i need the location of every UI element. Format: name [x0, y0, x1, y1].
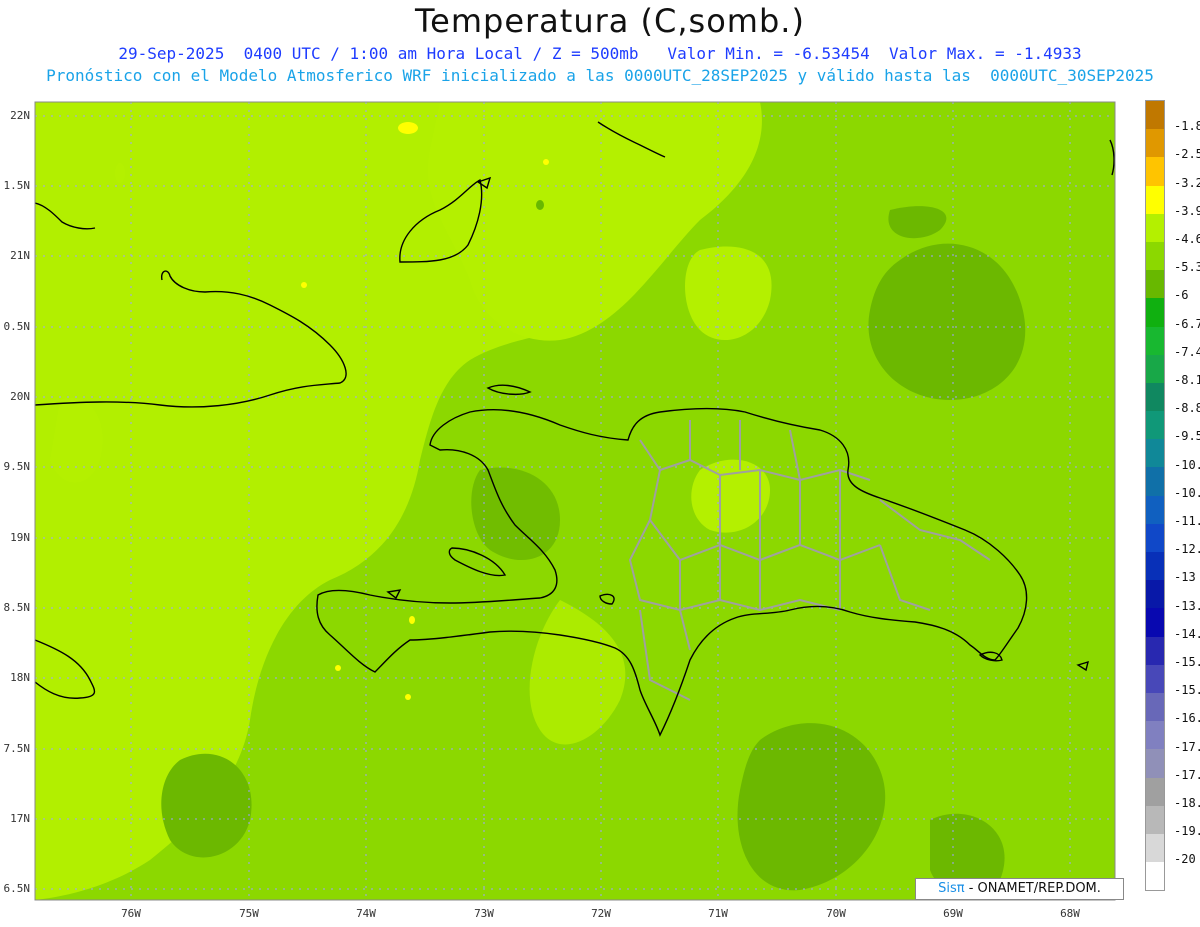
- lon-label: 68W: [1060, 907, 1080, 920]
- lat-label: 20N: [10, 390, 30, 403]
- legend-color-cell: [1146, 523, 1164, 552]
- lon-label: 74W: [356, 907, 376, 920]
- legend-color-cell: [1146, 439, 1164, 468]
- legend-label: -19.3: [1174, 824, 1200, 839]
- map-subtitle-model-info: Pronóstico con el Modelo Atmosferico WRF…: [46, 66, 1154, 85]
- legend-color-cell: [1146, 664, 1164, 693]
- legend-color-cell: [1146, 129, 1164, 158]
- lat-label: 17N: [10, 812, 30, 825]
- legend-color-cell: [1146, 241, 1164, 271]
- legend-color-cell: [1146, 552, 1164, 581]
- legend-label: -15.8: [1174, 683, 1200, 698]
- legend-color-cell: [1146, 749, 1164, 778]
- legend-color-cell: [1146, 411, 1164, 440]
- lon-label: 73W: [474, 907, 494, 920]
- legend-color-cell: [1146, 692, 1164, 722]
- legend-color-cell: [1146, 157, 1164, 186]
- legend-label: -17.2: [1174, 739, 1200, 754]
- legend-label: -13.7: [1174, 598, 1200, 613]
- legend-label: -4.6: [1174, 232, 1200, 246]
- map-title: Temperatura (C,somb.): [415, 2, 805, 40]
- legend-label: -15.1: [1174, 655, 1200, 669]
- legend-label: -1.8: [1174, 119, 1200, 134]
- lat-label: 22N: [10, 109, 30, 122]
- legend-label: -6: [1174, 288, 1189, 303]
- legend-color-cell: [1146, 101, 1164, 130]
- legend-color-cell: [1146, 326, 1164, 355]
- lat-label: 6.5N: [3, 882, 31, 895]
- legend-color-cell: [1146, 382, 1164, 412]
- lat-label: 18N: [10, 671, 30, 684]
- legend-color-cell: [1146, 862, 1164, 891]
- legend-color-cell: [1146, 721, 1164, 750]
- cool-field-patch-southwest: [161, 753, 252, 858]
- warm-speck: [536, 200, 544, 210]
- legend-label: -18.6: [1174, 796, 1200, 810]
- lat-label: 19N: [10, 531, 30, 544]
- legend-color-cell: [1146, 777, 1164, 806]
- legend-label: -17.9: [1174, 767, 1200, 782]
- legend-color-cell: [1146, 270, 1164, 299]
- credit-brand: Sisπ: [938, 881, 965, 896]
- legend-color-cell: [1146, 298, 1164, 327]
- legend-label: -11.6: [1174, 514, 1200, 528]
- legend-color-cell: [1146, 213, 1164, 242]
- lat-label: 9.5N: [3, 460, 31, 473]
- warm-speck: [398, 122, 418, 134]
- legend-color-cell: [1146, 608, 1164, 637]
- legend-color-cell: [1146, 467, 1164, 496]
- legend-color-cell: [1146, 185, 1164, 214]
- legend-label: -10.2: [1174, 457, 1200, 472]
- lat-label: 1.5N: [3, 179, 31, 192]
- lat-label: 8.5N: [3, 601, 31, 614]
- legend-color-cell: [1146, 805, 1164, 834]
- legend-label: -2.5: [1174, 147, 1200, 162]
- legend-label: -14.4: [1174, 626, 1200, 641]
- lat-label: 0.5N: [3, 320, 31, 333]
- warm-speck: [543, 159, 549, 165]
- legend-label: -16.5: [1174, 711, 1200, 726]
- legend-label: -13: [1174, 570, 1196, 585]
- legend-label: -10.9: [1174, 485, 1200, 500]
- lon-label: 75W: [239, 907, 259, 920]
- legend-color-cell: [1146, 636, 1164, 665]
- lon-label: 69W: [943, 907, 963, 920]
- temperature-map: [34, 101, 1116, 901]
- legend-label: -3.2: [1174, 175, 1200, 190]
- warm-speck: [301, 282, 307, 288]
- legend-label: -5.3: [1174, 260, 1200, 275]
- legend-label: -8.8: [1174, 401, 1200, 416]
- legend-label: -6.7: [1174, 316, 1200, 331]
- legend-label: -12.3: [1174, 542, 1200, 557]
- lat-label: 7.5N: [3, 742, 31, 755]
- warm-speck: [335, 665, 341, 671]
- lon-label: 72W: [591, 907, 611, 920]
- warm-speck: [409, 616, 415, 624]
- color-scale-legend: [1145, 100, 1165, 892]
- legend-label: -20: [1174, 852, 1196, 867]
- legend-color-cell: [1146, 495, 1164, 524]
- legend-color-cell: [1146, 833, 1164, 863]
- legend-label: -7.4: [1174, 344, 1200, 359]
- legend-label: -8.1: [1174, 373, 1200, 387]
- lat-label: 21N: [10, 249, 30, 262]
- credit-box: Sisπ - ONAMET/REP.DOM.: [915, 878, 1124, 900]
- lon-label: 76W: [121, 907, 141, 920]
- warm-speck: [115, 163, 125, 183]
- credit-text: - ONAMET/REP.DOM.: [964, 881, 1101, 896]
- map-subtitle-valid-time: 29-Sep-2025 0400 UTC / 1:00 am Hora Loca…: [118, 44, 1082, 63]
- legend-color-cell: [1146, 580, 1164, 609]
- warm-speck: [405, 694, 411, 700]
- legend-label: -9.5: [1174, 429, 1200, 444]
- lon-label: 71W: [708, 907, 728, 920]
- legend-color-cell: [1146, 354, 1164, 383]
- legend-label: -3.9: [1174, 203, 1200, 218]
- lon-label: 70W: [826, 907, 846, 920]
